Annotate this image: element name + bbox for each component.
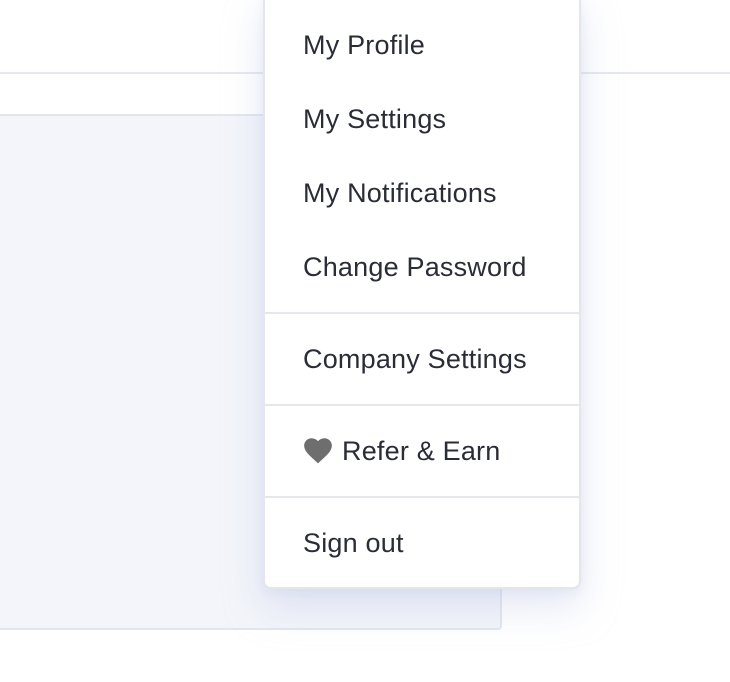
- menu-item-label: Sign out: [303, 527, 404, 558]
- menu-item-refer-earn[interactable]: Refer & Earn: [265, 406, 579, 496]
- heart-icon: [303, 438, 333, 464]
- menu-item-label: My Settings: [303, 103, 447, 134]
- menu-item-my-settings[interactable]: My Settings: [265, 82, 579, 156]
- menu-item-my-notifications[interactable]: My Notifications: [265, 156, 579, 230]
- menu-item-label: Change Password: [303, 251, 527, 282]
- page: My Profile My Settings My Notifications …: [0, 0, 730, 682]
- menu-group-refer: Refer & Earn: [265, 406, 579, 498]
- menu-item-label: My Notifications: [303, 177, 497, 208]
- menu-group-signout: Sign out: [265, 498, 579, 587]
- menu-item-label: Company Settings: [303, 343, 527, 374]
- menu-item-label: My Profile: [303, 29, 426, 60]
- menu-item-change-password[interactable]: Change Password: [265, 230, 579, 304]
- menu-item-company-settings[interactable]: Company Settings: [265, 314, 579, 404]
- menu-item-sign-out[interactable]: Sign out: [265, 498, 579, 587]
- menu-item-my-profile[interactable]: My Profile: [265, 8, 579, 82]
- menu-group-profile: My Profile My Settings My Notifications …: [265, 0, 579, 314]
- menu-group-company: Company Settings: [265, 314, 579, 406]
- menu-item-label: Refer & Earn: [342, 435, 501, 466]
- user-dropdown-menu: My Profile My Settings My Notifications …: [263, 0, 581, 589]
